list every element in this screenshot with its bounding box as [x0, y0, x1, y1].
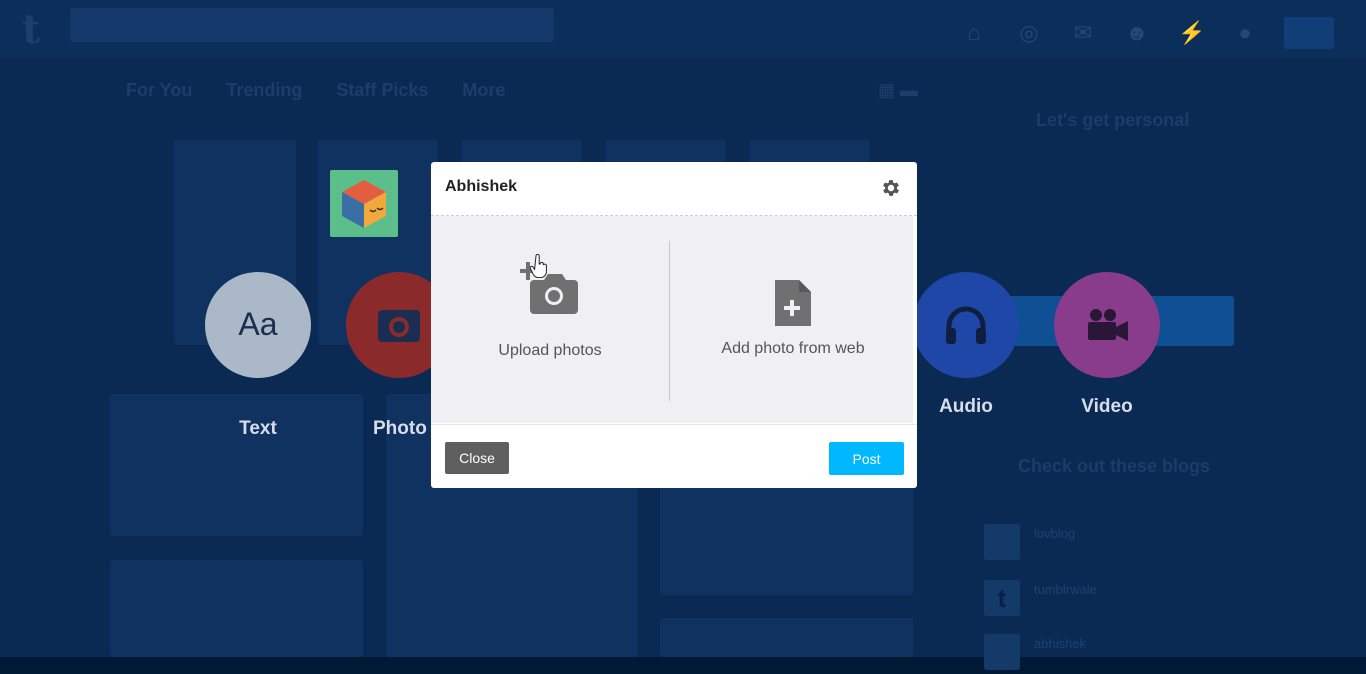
camera-icon: [378, 310, 420, 342]
photo-post-label: Photo: [373, 418, 427, 439]
compose-button: [1284, 17, 1334, 49]
inbox-icon: ✉: [1073, 20, 1093, 45]
audio-post-label: Audio: [939, 396, 993, 417]
background-post-card: [110, 560, 363, 657]
layout-toggle-icons: ▦ ▬: [878, 80, 919, 100]
blog-row: lovblog: [984, 520, 1244, 564]
cube-icon: [342, 180, 386, 228]
dialog-body: Upload photos Add photo from web: [431, 216, 917, 423]
photo-upload-dialog: Abhishek Upload photos Add photo from we…: [431, 162, 917, 488]
messages-icon: ☻: [1125, 20, 1149, 45]
dialog-header: Abhishek: [431, 162, 917, 216]
upload-photos-label: Upload photos: [498, 342, 602, 359]
area-divider: [669, 241, 670, 401]
video-post-label: Video: [1081, 396, 1133, 417]
home-icon: ⌂: [967, 20, 981, 45]
blog-name: lovblog: [1034, 526, 1076, 541]
right-panel-title: Let's get personal: [1036, 110, 1190, 130]
background-post-card: [660, 470, 913, 595]
add-file-icon: [775, 280, 811, 326]
avatar: [984, 524, 1020, 560]
text-post-button[interactable]: Aa: [205, 272, 311, 378]
blog-row: abhishek: [984, 630, 1244, 674]
dialog-footer: Close Post: [431, 424, 917, 488]
blog-name: tumblrwale: [1034, 582, 1097, 597]
avatar: [984, 634, 1020, 670]
tab-more: More: [462, 80, 506, 100]
top-navbar: t ⌂ ◎ ✉ ☻ ⚡ ●: [0, 0, 1366, 58]
blog-row: t tumblrwale: [984, 576, 1244, 620]
blog-title[interactable]: Abhishek: [445, 178, 517, 196]
blog-avatar-cube[interactable]: [330, 170, 398, 237]
check-out-blogs-title: Check out these blogs: [1018, 456, 1211, 476]
video-camera-icon: [1088, 309, 1128, 341]
explore-icon: ◎: [1019, 20, 1039, 45]
tumblr-logo: t: [22, 6, 41, 53]
headphones-icon: [946, 306, 986, 344]
account-icon: ●: [1238, 20, 1252, 45]
background-post-card: [660, 618, 913, 657]
close-button[interactable]: Close: [445, 442, 509, 474]
tab-staff-picks: Staff Picks: [336, 80, 429, 100]
tab-for-you: For You: [126, 80, 193, 100]
gear-icon[interactable]: [880, 177, 902, 199]
search-input: [70, 8, 554, 42]
avatar: t: [984, 580, 1020, 616]
background-post-card: [110, 394, 363, 536]
add-photo-from-web-area[interactable]: Add photo from web: [693, 256, 893, 376]
activity-icon: ⚡: [1178, 20, 1206, 45]
tab-trending: Trending: [226, 80, 303, 100]
upload-photos-area[interactable]: Upload photos: [461, 256, 639, 376]
text-post-label: Text: [239, 418, 277, 439]
add-photo-from-web-label: Add photo from web: [721, 340, 865, 357]
blog-name: abhishek: [1034, 636, 1087, 651]
dashboard-tabs: For You Trending Staff Picks More: [126, 80, 505, 101]
hand-cursor-icon: [530, 254, 547, 278]
post-button[interactable]: Post: [829, 442, 904, 475]
add-camera-icon: [520, 262, 578, 314]
text-aa-icon: Aa: [238, 306, 278, 342]
video-post-button[interactable]: [1054, 272, 1160, 378]
audio-post-button[interactable]: [913, 272, 1019, 378]
